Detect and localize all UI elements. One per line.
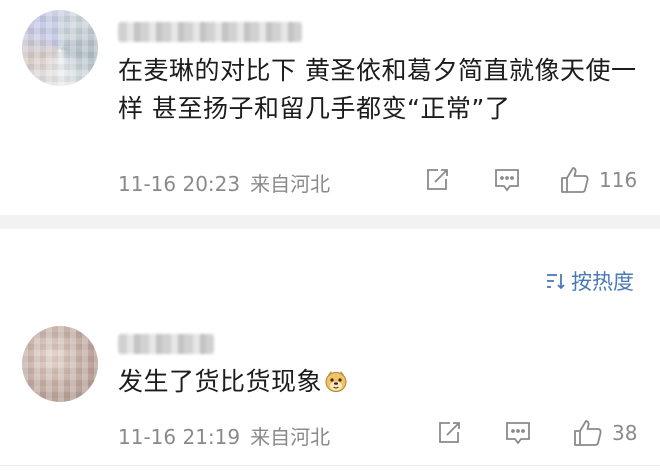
comment-icon: [504, 420, 532, 446]
comment-meta: 11-16 20:23 来自河北: [118, 168, 330, 197]
section-divider: [0, 215, 660, 229]
like-count: 38: [612, 421, 638, 445]
sort-label: 按热度: [571, 270, 634, 294]
sort-by-popularity-button[interactable]: 按热度: [545, 266, 634, 296]
comment-timestamp: 11-16 20:23: [118, 172, 241, 196]
share-button[interactable]: [424, 167, 450, 193]
comment-location: 来自河北: [250, 425, 331, 449]
sort-icon: [545, 271, 571, 291]
share-button[interactable]: [436, 420, 462, 446]
like-button[interactable]: 38: [572, 418, 637, 448]
comment-button[interactable]: [493, 167, 521, 193]
share-icon: [424, 167, 450, 193]
comment-icon: [493, 167, 521, 193]
comment-meta: 11-16 21:19 来自河北: [118, 421, 330, 450]
comment-timestamp: 11-16 21:19: [118, 425, 241, 449]
username-blurred[interactable]: [118, 334, 214, 354]
bottom-divider: [0, 465, 660, 466]
like-count: 116: [599, 168, 638, 192]
avatar[interactable]: [22, 326, 98, 402]
thumbs-up-icon: [559, 165, 591, 195]
username-blurred[interactable]: [118, 22, 302, 42]
avatar[interactable]: [22, 10, 98, 86]
comment-location: 来自河北: [250, 172, 331, 196]
comment-text: 在麦琳的对比下 黄圣依和葛夕简直就像天使一样 甚至扬子和留几手都变“正常”了: [118, 56, 637, 123]
doge-emoji-icon: [324, 366, 348, 392]
share-icon: [436, 420, 462, 446]
comment-text: 发生了货比货现象: [118, 367, 323, 396]
thumbs-up-icon: [572, 418, 604, 448]
comment-text-container: 发生了货比货现象: [118, 363, 638, 401]
comment-button[interactable]: [504, 420, 532, 446]
like-button[interactable]: 116: [559, 165, 637, 195]
